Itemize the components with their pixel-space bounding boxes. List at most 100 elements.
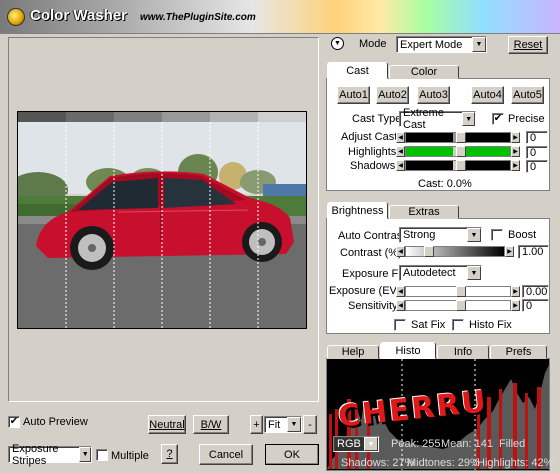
- exposure-fix-value: Autodetect: [403, 267, 456, 279]
- auto3-button[interactable]: Auto3: [417, 86, 450, 104]
- help-button[interactable]: ?: [161, 444, 178, 464]
- zoom-out-button[interactable]: -: [303, 415, 317, 434]
- shadows-value[interactable]: 0: [526, 160, 548, 173]
- auto4-label: Auto4: [473, 89, 502, 101]
- highlights-value[interactable]: 0: [526, 146, 548, 159]
- ok-button[interactable]: OK: [265, 444, 319, 465]
- exposure-ev-label: Exposure (EV): [329, 285, 401, 297]
- chevron-right-icon[interactable]: ▶: [511, 286, 520, 297]
- auto-contrast-select[interactable]: Strong ▼: [399, 227, 482, 243]
- cast-type-label: Cast Type: [352, 113, 402, 125]
- exposure-stripes-select[interactable]: Exposure Stripes ▼: [8, 443, 92, 467]
- app-logo-icon: [7, 8, 25, 26]
- exposure-fix-select[interactable]: Autodetect ▼: [399, 265, 482, 281]
- auto-preview-text: Auto Preview: [23, 416, 88, 428]
- car-photo: [18, 112, 306, 328]
- auto-preview-label: Auto Preview: [23, 416, 88, 428]
- shadows-slider[interactable]: ◀ ▶: [396, 160, 520, 171]
- reset-button[interactable]: Reset: [508, 36, 548, 54]
- tab-brightness[interactable]: Brightness: [327, 202, 388, 219]
- auto-preview-checkbox[interactable]: ✔: [8, 416, 20, 428]
- auto1-button[interactable]: Auto1: [337, 86, 370, 104]
- tab-extras[interactable]: Extras: [389, 205, 459, 219]
- histo-fix-checkbox[interactable]: [452, 319, 464, 331]
- neutral-button[interactable]: Neutral: [148, 415, 186, 434]
- auto-contrast-label: Auto Contrast: [338, 230, 406, 242]
- tab-help[interactable]: Help: [327, 345, 379, 359]
- chevron-right-icon[interactable]: ▶: [505, 246, 514, 257]
- precise-checkbox[interactable]: ✔: [492, 113, 504, 125]
- chevron-left-icon[interactable]: ◀: [396, 160, 405, 171]
- app-title: Color Washer: [30, 7, 127, 24]
- chevron-down-icon: ▼: [462, 112, 475, 126]
- contrast-value[interactable]: 1.00: [518, 245, 549, 259]
- chevron-right-icon[interactable]: ▶: [511, 160, 520, 171]
- multiple-checkbox[interactable]: [96, 449, 108, 461]
- cast-type-value: Extreme Cast: [403, 107, 444, 131]
- histo-channel-select[interactable]: RGB ▼: [333, 436, 379, 452]
- histo-channel-value: RGB: [337, 438, 361, 450]
- tab-brightness-label: Brightness: [331, 204, 384, 217]
- mode-menu-icon[interactable]: ▼: [331, 37, 344, 50]
- bw-button[interactable]: B/W: [193, 415, 229, 434]
- exposure-ev-value[interactable]: 0.00: [522, 285, 549, 298]
- auto4-button[interactable]: Auto4: [471, 86, 504, 104]
- tab-prefs[interactable]: Prefs: [490, 345, 547, 359]
- mode-select[interactable]: Expert Mode ▼: [396, 36, 487, 53]
- auto2-label: Auto2: [378, 89, 407, 101]
- exposure-stripes-value: Exposure Stripes: [12, 442, 59, 467]
- contrast-slider[interactable]: ◀ ▶: [396, 246, 514, 257]
- tab-histo[interactable]: Histo: [380, 342, 436, 359]
- boost-checkbox[interactable]: [491, 229, 503, 241]
- zoom-value: Fit: [268, 418, 281, 431]
- sensitivity-value[interactable]: 0: [522, 299, 549, 312]
- tab-extras-label: Extras: [408, 206, 440, 218]
- sensitivity-label: Sensitivity: [348, 300, 398, 312]
- tab-cast[interactable]: Cast: [327, 62, 388, 79]
- precise-label: Precise: [508, 113, 545, 125]
- auto5-button[interactable]: Auto5: [511, 86, 544, 104]
- tab-histo-label: Histo: [395, 344, 421, 357]
- chevron-down-icon: ▼: [79, 447, 91, 462]
- help-label: ?: [166, 448, 173, 460]
- chevron-left-icon[interactable]: ◀: [396, 132, 405, 143]
- cast-status: Cast: 0.0%: [418, 178, 472, 190]
- tab-color[interactable]: Color: [389, 65, 459, 79]
- histo-fix-label: Histo Fix: [469, 319, 512, 331]
- exposure-ev-slider[interactable]: ◀ ▶: [396, 286, 520, 297]
- cast-type-select[interactable]: Extreme Cast ▼: [399, 107, 476, 131]
- chevron-right-icon[interactable]: ▶: [511, 146, 520, 157]
- preview-image[interactable]: [17, 111, 307, 329]
- cancel-button[interactable]: Cancel: [199, 444, 253, 465]
- chevron-left-icon[interactable]: ◀: [396, 246, 405, 257]
- chevron-down-icon: ▼: [287, 417, 301, 432]
- tab-info-label: Info: [453, 346, 473, 358]
- chevron-left-icon[interactable]: ◀: [396, 286, 405, 297]
- adjust-cast-value[interactable]: 0: [526, 131, 548, 144]
- adjust-cast-slider[interactable]: ◀ ▶: [396, 132, 520, 143]
- tab-help-label: Help: [341, 346, 365, 358]
- zoom-in-button[interactable]: +: [250, 415, 263, 434]
- sat-fix-checkbox[interactable]: [394, 319, 406, 331]
- tab-info[interactable]: Info: [437, 345, 489, 359]
- chevron-down-icon: ▼: [364, 437, 378, 451]
- zoom-select[interactable]: Fit ▼: [264, 416, 302, 433]
- histo-shadows: Shadows: 27%: [341, 457, 415, 469]
- site-url: www.ThePluginSite.com: [140, 12, 256, 23]
- sensitivity-slider[interactable]: ◀ ▶: [396, 300, 520, 311]
- chevron-down-icon: ▼: [467, 266, 481, 280]
- chevron-right-icon[interactable]: ▶: [511, 300, 520, 311]
- chevron-left-icon[interactable]: ◀: [396, 146, 405, 157]
- neutral-label: Neutral: [149, 418, 185, 431]
- exposure-fix-label: Exposure Fix: [342, 268, 407, 280]
- chevron-right-icon[interactable]: ▶: [511, 132, 520, 143]
- multiple-label: Multiple: [111, 450, 149, 462]
- tab-prefs-label: Prefs: [505, 346, 532, 358]
- contrast-label: Contrast (%): [340, 247, 402, 259]
- auto1-label: Auto1: [339, 89, 368, 101]
- chevron-left-icon[interactable]: ◀: [396, 300, 405, 311]
- shadows-label: Shadows: [350, 160, 396, 172]
- histo-highlights: Highlights: 42%: [477, 457, 554, 469]
- auto2-button[interactable]: Auto2: [376, 86, 409, 104]
- highlights-slider[interactable]: ◀ ▶: [396, 146, 520, 157]
